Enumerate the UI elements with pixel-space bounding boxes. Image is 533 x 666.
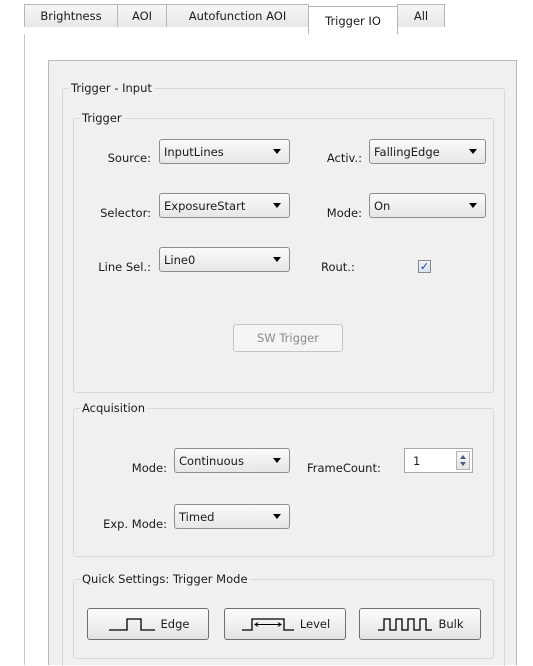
checkmark-icon: ✓ — [419, 260, 430, 273]
edge-waveform-icon — [108, 618, 155, 631]
dropdown-value: Timed — [179, 509, 215, 524]
spin-down-icon[interactable] — [460, 462, 466, 466]
chevron-down-icon — [273, 203, 281, 208]
line-selector-dropdown[interactable]: Line0 — [159, 247, 290, 272]
framecount-label: FrameCount: — [307, 461, 381, 475]
framecount-spinbox[interactable]: 1 — [404, 448, 473, 473]
mode-dropdown[interactable]: On — [369, 193, 486, 218]
source-dropdown[interactable]: InputLines — [159, 139, 290, 164]
source-label: Source: — [107, 151, 151, 165]
dropdown-value: FallingEdge — [374, 144, 440, 159]
selector-dropdown[interactable]: ExposureStart — [159, 193, 290, 218]
mode-label: Mode: — [326, 206, 362, 220]
tab-label: All — [413, 9, 429, 23]
group-title: Quick Settings: Trigger Mode — [80, 572, 250, 586]
tab-label: Brightness — [40, 9, 102, 23]
button-label: Edge — [160, 617, 190, 631]
edge-mode-button[interactable]: Edge — [87, 608, 209, 640]
exposure-mode-dropdown[interactable]: Timed — [174, 504, 290, 529]
chevron-down-icon — [469, 149, 477, 154]
acq-mode-label: Mode: — [131, 461, 167, 475]
tab-label: Trigger IO — [325, 13, 381, 28]
group-title: Trigger — [80, 111, 124, 125]
tab-label: AOI — [131, 9, 153, 23]
group-title: Acquisition — [80, 401, 147, 415]
dropdown-value: On — [374, 198, 391, 213]
tab-label: Autofunction AOI — [188, 9, 287, 23]
spin-up-icon[interactable] — [460, 455, 466, 459]
tab-trigger-io[interactable]: Trigger IO — [308, 6, 398, 34]
tab-autofunction-aoi[interactable]: Autofunction AOI — [166, 4, 309, 27]
dropdown-value: ExposureStart — [164, 198, 246, 213]
spin-buttons[interactable] — [456, 451, 470, 470]
sw-trigger-button[interactable]: SW Trigger — [233, 324, 343, 352]
chevron-down-icon — [273, 458, 281, 463]
tab-aoi[interactable]: AOI — [117, 4, 167, 27]
dropdown-value: Continuous — [179, 453, 244, 468]
rout-checkbox[interactable]: ✓ — [418, 260, 431, 273]
chevron-down-icon — [469, 203, 477, 208]
group-title: Trigger - Input — [69, 81, 154, 95]
button-label: Level — [299, 617, 331, 631]
tab-brightness[interactable]: Brightness — [24, 4, 118, 27]
trigger-io-frame: Trigger - Input Trigger Source: InputLin… — [48, 60, 517, 666]
bulk-mode-button[interactable]: Bulk — [359, 608, 481, 640]
exp-mode-label: Exp. Mode: — [103, 517, 167, 531]
activation-dropdown[interactable]: FallingEdge — [369, 139, 486, 164]
chevron-down-icon — [273, 514, 281, 519]
chevron-down-icon — [273, 149, 281, 154]
level-waveform-icon — [241, 618, 294, 631]
spinbox-value: 1 — [413, 453, 421, 468]
button-label: Bulk — [438, 617, 464, 631]
dropdown-value: InputLines — [164, 144, 224, 159]
line-sel-label: Line Sel.: — [98, 260, 151, 274]
chevron-down-icon — [273, 257, 281, 262]
selector-label: Selector: — [100, 206, 151, 220]
acquisition-group: Acquisition — [73, 401, 494, 557]
acquisition-mode-dropdown[interactable]: Continuous — [174, 448, 290, 473]
activ-label: Activ.: — [326, 151, 362, 165]
button-label: SW Trigger — [257, 331, 319, 345]
tab-all[interactable]: All — [397, 4, 445, 27]
dropdown-value: Line0 — [164, 252, 196, 267]
bulk-waveform-icon — [378, 618, 433, 631]
level-mode-button[interactable]: Level — [224, 608, 346, 640]
rout-label: Rout.: — [321, 260, 355, 274]
